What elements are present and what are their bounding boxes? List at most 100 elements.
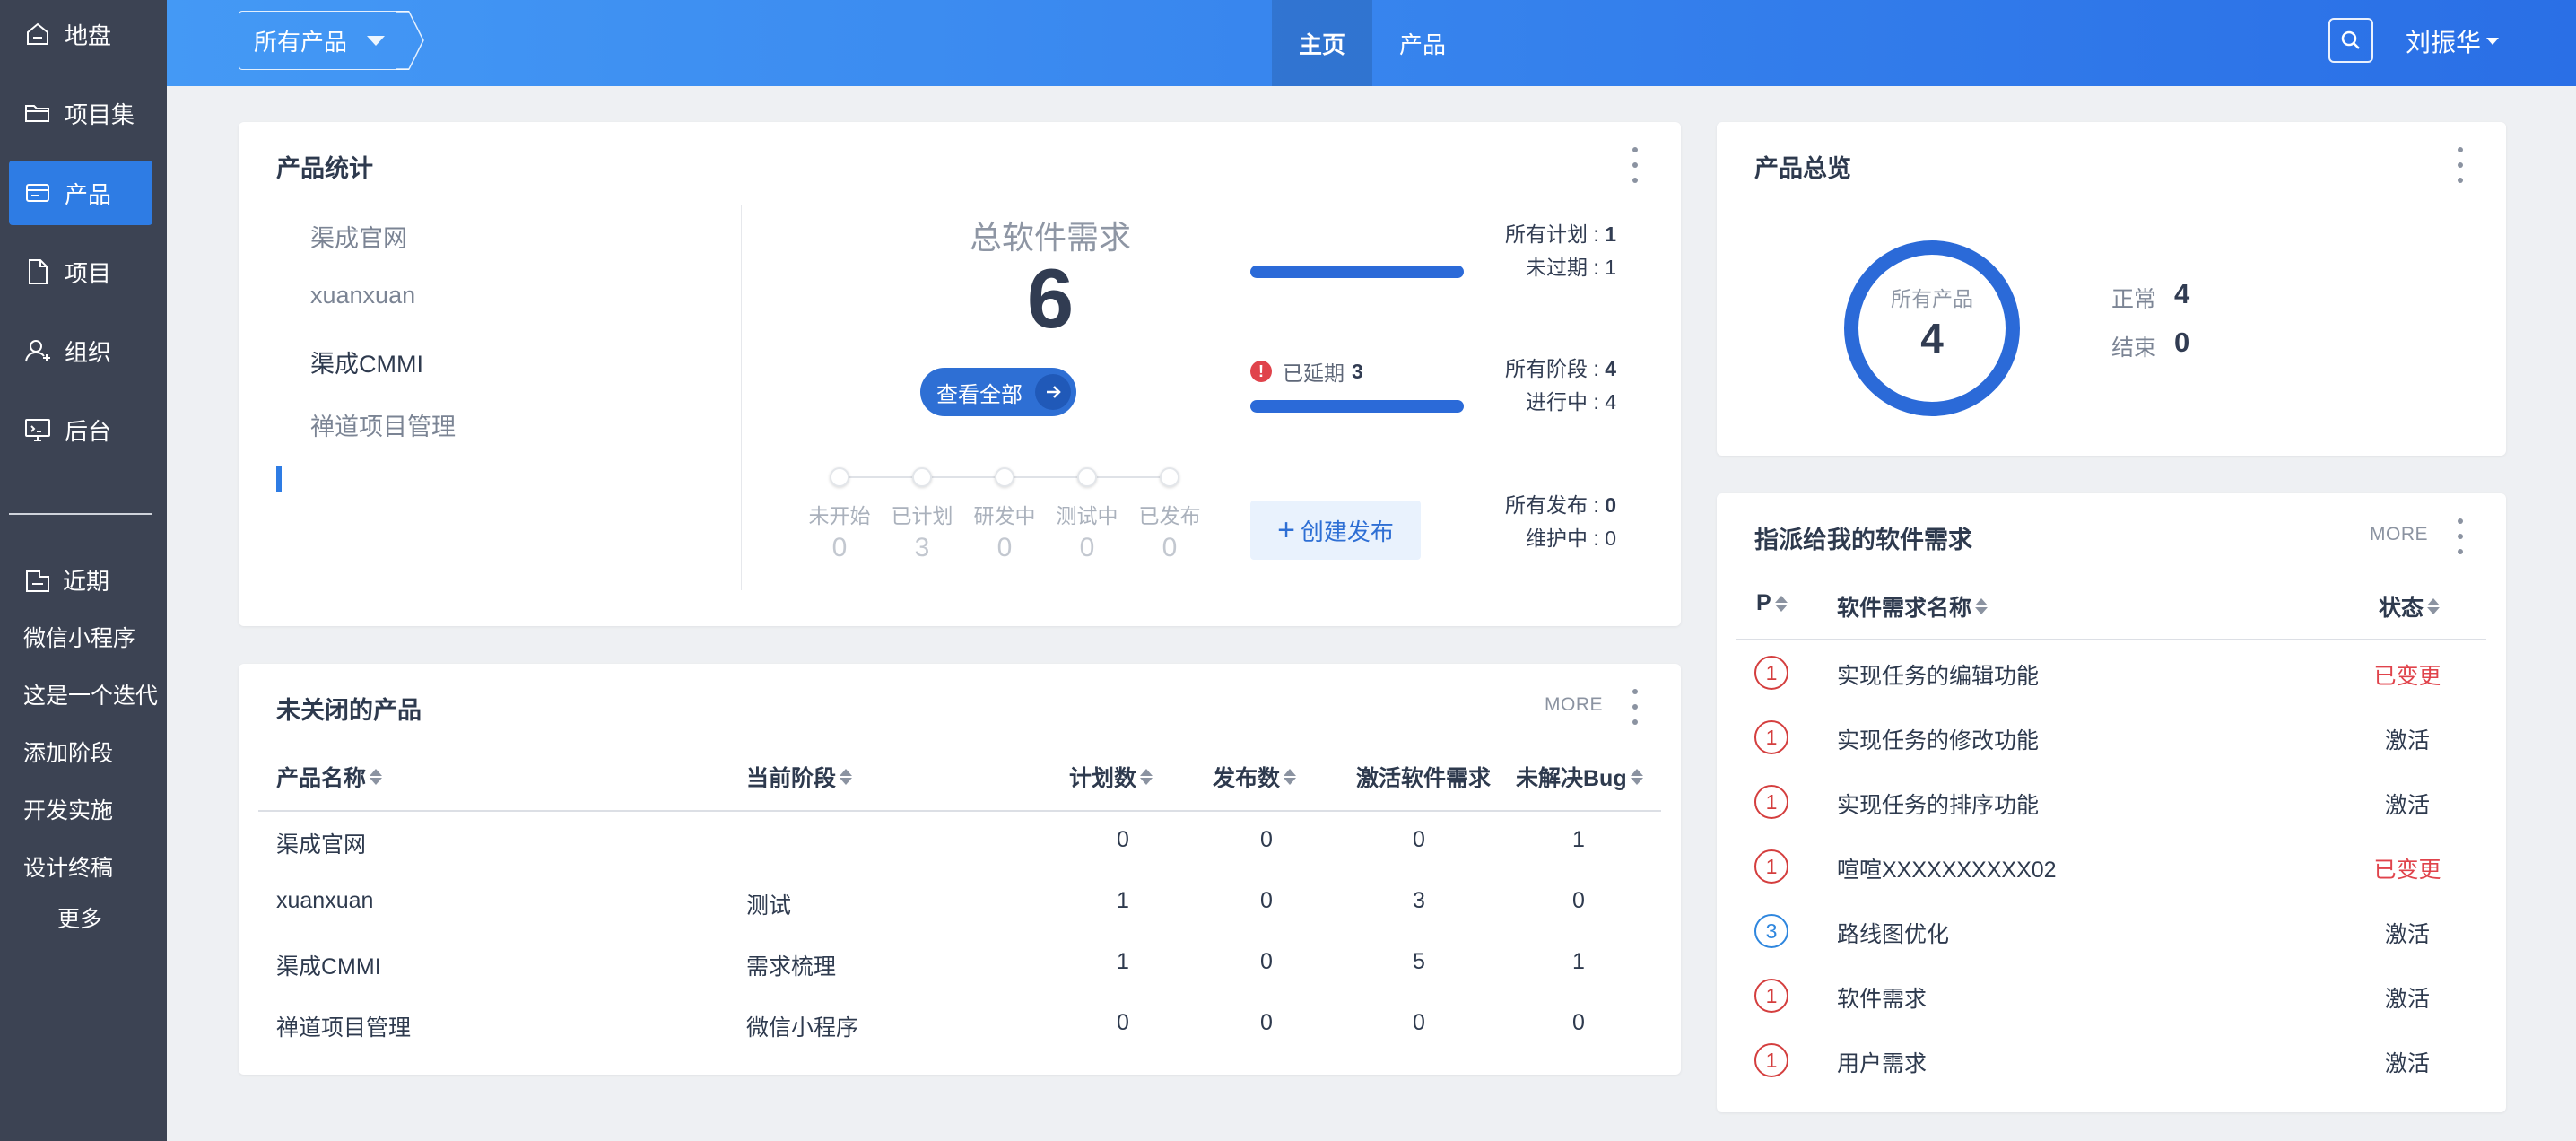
story-title[interactable]: 路线图优化 [1837, 917, 1949, 949]
sort-icon [1975, 598, 1989, 614]
status-badge: 已变更 [2373, 858, 2441, 883]
tab-product[interactable]: 产品 [1372, 0, 1473, 86]
story-title[interactable]: 实现任务的编辑功能 [1837, 658, 2039, 691]
more-link[interactable]: MORE [2370, 524, 2428, 545]
search-icon [2341, 30, 2360, 49]
product-switcher[interactable]: 所有产品 [239, 11, 409, 70]
cell-plans: 1 [1117, 888, 1129, 913]
stage-label: 测试中 [1056, 504, 1118, 527]
legend-label-normal: 正常 [2111, 287, 2157, 312]
product-list-item[interactable]: 渠成官网 [310, 219, 407, 254]
story-title[interactable]: 实现任务的修改功能 [1837, 723, 2039, 755]
story-title[interactable]: 喧喧XXXXXXXXXX02 [1837, 852, 2057, 884]
recent-item[interactable]: 开发实施 [23, 793, 158, 825]
cell-plans: 0 [1117, 827, 1129, 852]
status-badge: 激活 [2384, 793, 2430, 818]
cell-releases: 0 [1260, 949, 1273, 974]
sidebar-item-product[interactable]: 产品 [9, 161, 152, 225]
more-link[interactable]: MORE [1545, 694, 1603, 716]
story-title[interactable]: 用户需求 [1837, 1046, 1927, 1078]
card-title: 产品总览 [1754, 155, 1851, 182]
user-menu[interactable]: 刘振华 [2406, 23, 2500, 59]
recent-item[interactable]: 设计终稿 [23, 850, 158, 883]
card-title: 指派给我的软件需求 [1754, 527, 1972, 553]
recent-item[interactable]: 微信小程序 [23, 621, 158, 653]
product-stats-card: 产品统计 渠成官网 xuanxuan 渠成CMMI 禅道项目管理 总软件需求 6… [239, 122, 1681, 626]
divider [741, 205, 742, 590]
cell-product-name[interactable]: xuanxuan [276, 888, 373, 914]
sidebar-item-dashboard[interactable]: 地盘 [9, 2, 152, 66]
sidebar-item-admin[interactable]: 后台 [9, 397, 152, 462]
sidebar-item-label: 项目集 [65, 100, 135, 128]
cell-product-name[interactable]: 渠成CMMI [276, 949, 381, 981]
column-header-stage[interactable]: 当前阶段 [746, 761, 853, 793]
cell-product-name[interactable]: 渠成官网 [276, 827, 366, 859]
recent-item[interactable]: 这是一个迭代 [23, 678, 158, 710]
stage-value: 0 [831, 533, 848, 562]
column-header-active-stories[interactable]: 激活软件需求 [1356, 761, 1491, 793]
top-header: 所有产品 主页 产品 刘振华 [167, 0, 2576, 86]
column-header-bugs[interactable]: 未解决Bug [1516, 761, 1643, 793]
sidebar-item-label: 地盘 [65, 22, 112, 49]
sidebar-item-organization[interactable]: 组织 [9, 318, 152, 383]
stage-dot [995, 467, 1014, 487]
more-options-icon[interactable] [2456, 518, 2465, 554]
tab-home[interactable]: 主页 [1272, 0, 1372, 86]
stage-dot [1160, 467, 1179, 487]
product-switcher-arrow [396, 11, 439, 70]
column-header-plans[interactable]: 计划数 [1069, 761, 1153, 793]
cell-product-name[interactable]: 禅道项目管理 [276, 1010, 411, 1042]
story-title[interactable]: 实现任务的排序功能 [1837, 788, 2039, 820]
priority-badge: 1 [1754, 720, 1788, 754]
maintaining-releases-stat: 维护中 : 0 [1526, 527, 1616, 550]
create-release-button[interactable]: + 创建发布 [1250, 501, 1421, 560]
product-list-item[interactable]: xuanxuan [310, 282, 415, 309]
table-header-divider [258, 810, 1661, 812]
unexpired-plans-stat: 未过期 : 1 [1526, 256, 1616, 279]
column-header-priority[interactable]: P [1756, 590, 1788, 616]
arrow-right-icon [1035, 374, 1071, 410]
status-badge: 激活 [2384, 1051, 2430, 1076]
sidebar-item-program[interactable]: 项目集 [9, 81, 152, 145]
column-header-story-name[interactable]: 软件需求名称 [1837, 590, 1989, 623]
monitor-icon [25, 419, 50, 441]
more-options-icon[interactable] [1631, 147, 1640, 183]
status-badge: 已变更 [2373, 664, 2441, 689]
priority-badge: 1 [1754, 849, 1788, 884]
priority-badge: 1 [1754, 1043, 1788, 1077]
status-badge: 激活 [2384, 987, 2430, 1012]
column-header-status[interactable]: 状态 [2379, 590, 2441, 623]
view-all-button[interactable]: 查看全部 [920, 368, 1076, 416]
search-button[interactable] [2328, 18, 2373, 63]
assigned-stories-card: 指派给我的软件需求 MORE P 软件需求名称 状态 1 实现任务的编辑功能 已… [1717, 493, 2506, 1112]
column-header-releases[interactable]: 发布数 [1213, 761, 1297, 793]
sidebar-item-label: 组织 [65, 338, 112, 366]
sidebar-item-label: 产品 [65, 180, 112, 208]
sort-icon [370, 769, 383, 785]
column-header-product-name[interactable]: 产品名称 [276, 761, 383, 793]
stage-label: 未开始 [808, 504, 871, 527]
sidebar-item-project[interactable]: 项目 [9, 240, 152, 304]
sidebar: 地盘 项目集 产品 项目 组织 后台 近期 微信小程序 这是一个迭代 添加阶段 … [0, 0, 167, 1141]
legend-value-normal: 4 [2174, 278, 2190, 309]
legend-label-closed: 结束 [2111, 335, 2157, 361]
cell-active-stories: 0 [1413, 827, 1425, 852]
donut-center-label: 所有产品 [1891, 287, 1973, 310]
chevron-down-icon [2486, 38, 2500, 45]
recent-item[interactable]: 添加阶段 [23, 736, 158, 768]
card-title: 未关闭的产品 [276, 697, 422, 724]
product-list-item[interactable]: 禅道项目管理 [310, 407, 456, 442]
recent-more-link[interactable]: 更多 [57, 901, 102, 934]
sidebar-divider [9, 513, 152, 515]
cell-releases: 0 [1260, 1010, 1273, 1035]
product-switcher-label: 所有产品 [254, 28, 348, 56]
stage-label: 已发布 [1138, 504, 1201, 527]
delayed-indicator: ! 已延期 3 [1250, 356, 1363, 387]
product-icon [26, 184, 49, 202]
more-options-icon[interactable] [2456, 147, 2465, 183]
ongoing-phases-stat: 进行中 : 4 [1526, 390, 1616, 414]
sort-icon [1284, 769, 1297, 785]
more-options-icon[interactable] [1631, 689, 1640, 725]
product-list-item-active[interactable]: 渠成CMMI [310, 344, 423, 379]
story-title[interactable]: 软件需求 [1837, 981, 1927, 1014]
